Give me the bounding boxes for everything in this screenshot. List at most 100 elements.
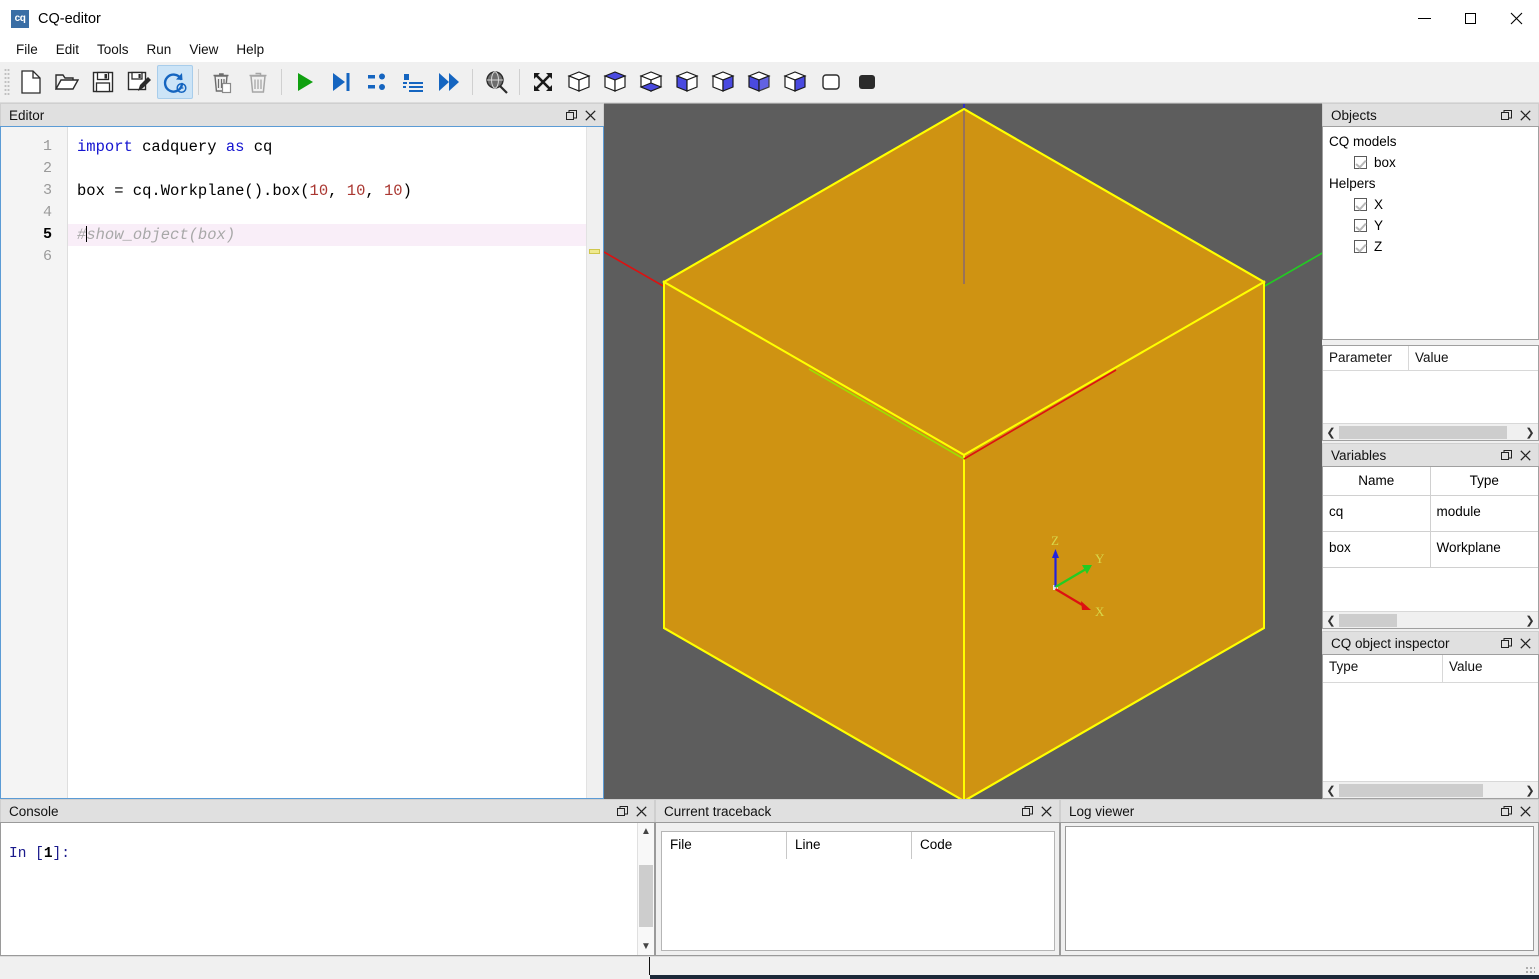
scroll-right-icon[interactable]: ❯ (1522, 613, 1538, 628)
scroll-thumb[interactable] (1339, 613, 1397, 627)
variables-header-type[interactable]: Type (1431, 467, 1539, 495)
traceback-header-line[interactable]: Line (787, 832, 912, 859)
inspector-float-button[interactable] (1497, 634, 1516, 653)
scroll-up-icon[interactable]: ▲ (638, 823, 654, 840)
scroll-left-icon[interactable]: ❮ (1323, 425, 1339, 440)
3d-viewport[interactable]: Z Y X (604, 103, 1322, 799)
inspector-header-type[interactable]: Type (1323, 655, 1443, 682)
view-bottom-button[interactable] (633, 65, 669, 99)
scroll-track[interactable] (1339, 424, 1522, 440)
scroll-thumb[interactable] (639, 865, 653, 927)
save-file-button[interactable] (85, 65, 121, 99)
inspector-table[interactable]: Type Value ❮ ❯ (1322, 654, 1539, 799)
menu-edit[interactable]: Edit (47, 39, 88, 60)
toolbar-drag-handle[interactable] (4, 68, 10, 96)
editor-close-button[interactable] (581, 106, 600, 125)
traceback-header-file[interactable]: File (662, 832, 787, 859)
variables-close-button[interactable] (1516, 446, 1535, 465)
view-front-button[interactable] (669, 65, 705, 99)
wireframe-button[interactable] (813, 65, 849, 99)
clear-all-button[interactable] (240, 65, 276, 99)
scroll-down-icon[interactable]: ▼ (638, 938, 654, 955)
log-text-area[interactable] (1065, 826, 1534, 951)
variables-hscrollbar[interactable]: ❮ ❯ (1323, 611, 1538, 628)
parameters-hscrollbar[interactable]: ❮ ❯ (1323, 423, 1538, 440)
view-left-button[interactable] (741, 65, 777, 99)
continue-button[interactable] (431, 65, 467, 99)
traceback-close-button[interactable] (1037, 802, 1056, 821)
console-body[interactable]: In [1]: ▲ ▼ (0, 822, 655, 956)
console-float-button[interactable] (613, 802, 632, 821)
log-close-button[interactable] (1516, 802, 1535, 821)
close-button[interactable] (1493, 0, 1539, 37)
shaded-button[interactable] (849, 65, 885, 99)
scroll-right-icon[interactable]: ❯ (1522, 783, 1538, 798)
parameters-header-value[interactable]: Value (1409, 346, 1538, 370)
editor-body[interactable]: 1 2 3 4 5 6 import cadquery as cq box = … (0, 126, 604, 799)
traceback-float-button[interactable] (1018, 802, 1037, 821)
clear-current-button[interactable] (204, 65, 240, 99)
scroll-left-icon[interactable]: ❮ (1323, 613, 1339, 628)
traceback-table[interactable]: File Line Code (661, 831, 1055, 951)
open-file-button[interactable] (49, 65, 85, 99)
scroll-track[interactable] (1339, 782, 1522, 798)
scroll-right-icon[interactable]: ❯ (1522, 425, 1538, 440)
tree-item-y[interactable]: Y (1323, 215, 1538, 236)
scroll-left-icon[interactable]: ❮ (1323, 783, 1339, 798)
table-row[interactable]: cq module (1323, 496, 1538, 532)
objects-close-button[interactable] (1516, 106, 1535, 125)
parameters-header-parameter[interactable]: Parameter (1323, 346, 1409, 370)
auto-reload-button[interactable] (157, 65, 193, 99)
inspector-header-value[interactable]: Value (1443, 655, 1538, 682)
objects-float-button[interactable] (1497, 106, 1516, 125)
checkbox-x[interactable] (1354, 198, 1367, 211)
console-prompt[interactable]: In [1]: (1, 823, 637, 955)
fit-screen-button[interactable] (478, 65, 514, 99)
variables-table[interactable]: Name Type cq module box Workplane ❮ ❯ (1322, 466, 1539, 629)
step-button[interactable] (359, 65, 395, 99)
traceback-header-code[interactable]: Code (912, 832, 1054, 859)
scroll-thumb[interactable] (1339, 425, 1507, 439)
log-float-button[interactable] (1497, 802, 1516, 821)
menu-help[interactable]: Help (227, 39, 273, 60)
debug-button[interactable] (323, 65, 359, 99)
render-button[interactable] (287, 65, 323, 99)
console-vscrollbar[interactable]: ▲ ▼ (637, 823, 654, 955)
editor-marker[interactable] (589, 249, 600, 254)
tree-group-cq-models[interactable]: CQ models (1323, 131, 1538, 152)
new-file-button[interactable] (13, 65, 49, 99)
inspector-hscrollbar[interactable]: ❮ ❯ (1323, 781, 1538, 798)
editor-float-button[interactable] (562, 106, 581, 125)
checkbox-z[interactable] (1354, 240, 1367, 253)
checkbox-box[interactable] (1354, 156, 1367, 169)
scroll-track[interactable] (638, 840, 654, 938)
menu-tools[interactable]: Tools (88, 39, 138, 60)
tree-item-box[interactable]: box (1323, 152, 1538, 173)
step-in-button[interactable] (395, 65, 431, 99)
menu-file[interactable]: File (7, 39, 47, 60)
checkbox-y[interactable] (1354, 219, 1367, 232)
view-iso-button[interactable] (561, 65, 597, 99)
objects-tree[interactable]: CQ models box Helpers X Y Z (1322, 126, 1539, 340)
fit-all-button[interactable] (525, 65, 561, 99)
save-as-button[interactable] (121, 65, 157, 99)
editor-fold-strip[interactable] (586, 127, 603, 798)
tree-group-helpers[interactable]: Helpers (1323, 173, 1538, 194)
scroll-track[interactable] (1339, 612, 1522, 628)
console-close-button[interactable] (632, 802, 651, 821)
view-top-button[interactable] (597, 65, 633, 99)
tree-item-z[interactable]: Z (1323, 236, 1538, 257)
maximize-button[interactable] (1447, 0, 1493, 37)
code-text-area[interactable]: import cadquery as cq box = cq.Workplane… (68, 127, 603, 798)
menu-run[interactable]: Run (138, 39, 181, 60)
menu-view[interactable]: View (180, 39, 227, 60)
variables-float-button[interactable] (1497, 446, 1516, 465)
view-right-button[interactable] (777, 65, 813, 99)
scroll-thumb[interactable] (1339, 783, 1483, 797)
variables-header-name[interactable]: Name (1323, 467, 1431, 495)
inspector-close-button[interactable] (1516, 634, 1535, 653)
table-row[interactable]: box Workplane (1323, 532, 1538, 568)
tree-item-x[interactable]: X (1323, 194, 1538, 215)
minimize-button[interactable] (1401, 0, 1447, 37)
view-rear-button[interactable] (705, 65, 741, 99)
